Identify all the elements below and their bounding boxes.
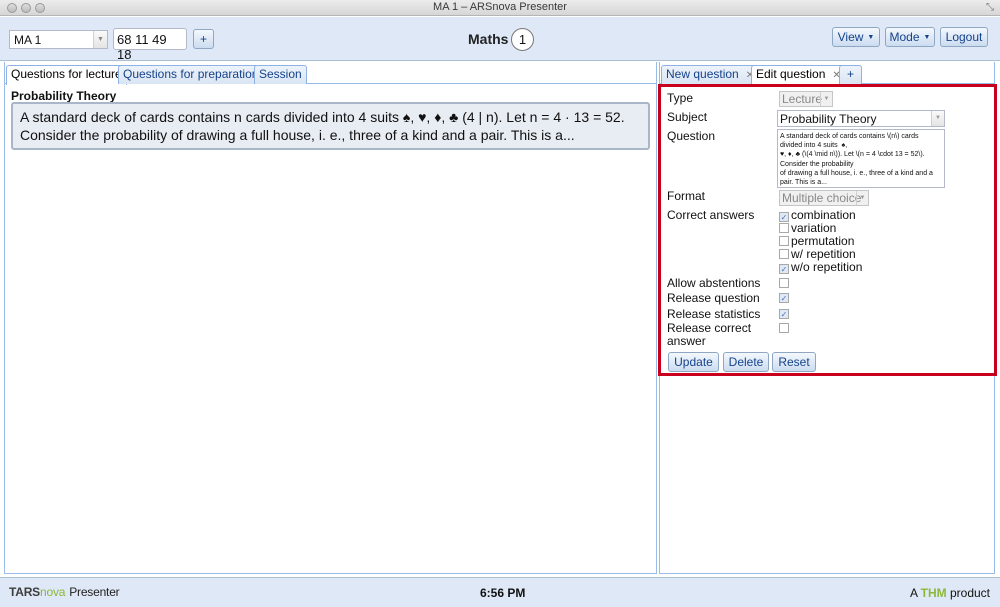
release-correct-answer-label: Release correct answer	[667, 322, 751, 348]
tab-new-question-label: New question	[666, 67, 739, 81]
thm-credit: A THM product	[909, 586, 990, 600]
allow-abstentions-checkbox[interactable]	[779, 278, 789, 288]
release-question-label: Release question	[667, 291, 760, 305]
checkbox-icon[interactable]	[779, 223, 789, 233]
release-question-checkbox[interactable]: ✓	[779, 293, 789, 303]
question-list-panel: Questions for lecture Questions for prep…	[4, 62, 657, 574]
format-select[interactable]: Multiple choice ▼	[779, 190, 869, 206]
checkbox-checked-icon[interactable]: ✓	[779, 212, 789, 222]
mode-menu-button[interactable]: Mode ▼	[885, 27, 935, 47]
add-tab-button[interactable]: +	[839, 65, 862, 84]
chevron-down-icon: ▼	[820, 92, 832, 106]
tab-edit-question[interactable]: Edit question ✕	[751, 65, 846, 85]
answer-label: permutation	[791, 234, 855, 248]
type-select[interactable]: Lecture ▼	[779, 91, 833, 107]
checkbox-icon[interactable]	[779, 249, 789, 259]
arsnova-logo: TARSnova Presenter	[9, 585, 120, 599]
release-correct-label-line-2: answer	[667, 334, 706, 348]
checkbox-icon[interactable]	[779, 236, 789, 246]
tab-new-question[interactable]: New question ✕	[661, 65, 760, 84]
checkbox-checked-icon[interactable]: ✓	[779, 264, 789, 274]
chevron-down-icon: ▼	[867, 33, 875, 41]
question-textarea[interactable]: A standard deck of cards contains \(n\) …	[777, 129, 945, 188]
answer-label: combination	[791, 208, 856, 222]
right-tabstrip: New question ✕ Edit question ✕ +	[660, 62, 994, 85]
view-menu-label: View	[837, 30, 864, 44]
release-correct-answer-checkbox[interactable]	[779, 323, 789, 333]
type-select-value: Lecture	[782, 92, 823, 106]
subject-label: Subject	[667, 110, 708, 124]
subject-select-value: Probability Theory	[780, 112, 877, 126]
answer-label: w/ repetition	[791, 247, 856, 261]
chevron-down-icon: ▼	[856, 191, 868, 205]
question-label: Question	[667, 129, 716, 143]
delete-button[interactable]: Delete	[723, 352, 769, 372]
update-button[interactable]: Update	[668, 352, 719, 372]
view-menu-button[interactable]: View ▼	[832, 27, 880, 47]
question-list-item[interactable]: A standard deck of cards contains n card…	[11, 102, 650, 150]
tab-edit-question-label: Edit question	[756, 67, 826, 81]
chevron-down-icon[interactable]: ▼	[931, 111, 944, 126]
tab-questions-for-lecture[interactable]: Questions for lecture	[6, 65, 127, 85]
reset-button[interactable]: Reset	[772, 352, 816, 372]
online-count-badge: 1	[511, 28, 534, 51]
clock: 6:56 PM	[480, 586, 526, 600]
correct-answers-label: Correct answers	[667, 208, 755, 222]
answer-label: w/o repetition	[791, 260, 863, 274]
course-title: Maths	[468, 31, 509, 47]
logout-button[interactable]: Logout	[940, 27, 988, 47]
status-footer: TARSnova Presenter 6:56 PM A THM product	[0, 577, 1000, 607]
tab-session[interactable]: Session	[254, 65, 307, 84]
allow-abstentions-label: Allow abstentions	[667, 276, 761, 290]
question-text-line-1: A standard deck of cards contains n card…	[20, 109, 625, 125]
mode-menu-label: Mode	[889, 30, 920, 44]
release-statistics-label: Release statistics	[667, 307, 761, 321]
question-text-line-2: Consider the probability of drawing a fu…	[20, 127, 575, 143]
left-tabstrip: Questions for lecture Questions for prep…	[5, 62, 656, 85]
top-toolbar: MA 1 ▼ 68 11 49 18 + Maths 1 View ▼ Mode ▼…	[0, 17, 1000, 62]
format-label: Format	[667, 189, 706, 203]
session-code-field[interactable]: 68 11 49 18	[113, 28, 187, 62]
window-titlebar: MA 1 – ARSnova Presenter ⤡	[0, 0, 1000, 16]
course-select[interactable]: MA 1 ▼	[9, 30, 108, 49]
type-label: Type	[667, 91, 694, 105]
chevron-down-icon[interactable]: ▼	[93, 31, 107, 48]
edit-question-form: Type Lecture ▼ Subject Probability Theor…	[658, 84, 997, 376]
tab-questions-for-preparation[interactable]: Questions for preparation	[118, 65, 264, 84]
format-select-value: Multiple choice	[782, 191, 862, 205]
edit-panel: New question ✕ Edit question ✕ + Type Lect…	[658, 62, 997, 574]
subject-select[interactable]: Probability Theory ▼	[777, 110, 945, 127]
window-title: MA 1 – ARSnova Presenter	[433, 1, 567, 13]
answer-option[interactable]: ✓ w/o repetition	[779, 261, 862, 274]
add-session-button[interactable]: +	[193, 29, 214, 49]
subject-heading: Probability Theory	[11, 89, 117, 103]
release-statistics-checkbox[interactable]: ✓	[779, 309, 789, 319]
course-select-value: MA 1	[14, 33, 42, 47]
fullscreen-icon[interactable]: ⤡	[986, 2, 994, 13]
chevron-down-icon: ▼	[923, 33, 931, 41]
answer-label: variation	[791, 221, 837, 235]
